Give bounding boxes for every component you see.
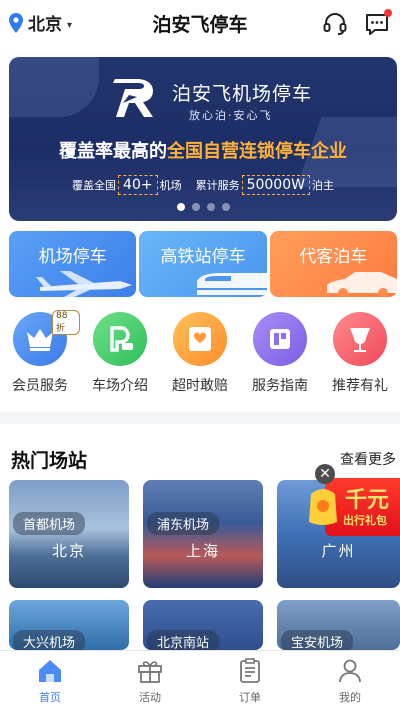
stat-value: 40+ xyxy=(118,175,158,195)
hot-stations-title: 热门场站 xyxy=(11,450,88,472)
service-guide-button[interactable]: 服务指南 xyxy=(240,312,320,398)
tab-profile[interactable]: 我的 xyxy=(300,651,400,705)
bottom-nav: 首页 活动 订单 我的 xyxy=(0,650,400,705)
function-label: 推荐有礼 xyxy=(332,378,388,394)
station-card[interactable]: 北京南站 xyxy=(143,600,263,650)
headline-prefix: 覆盖率最高的 xyxy=(59,141,167,162)
carousel-dot[interactable] xyxy=(191,203,200,211)
tab-activity[interactable]: 活动 xyxy=(100,651,200,705)
carousel-dot[interactable] xyxy=(176,203,185,211)
stat-served: 累计服务 50000W 泊主 xyxy=(195,175,334,195)
parking-intro-button[interactable]: 车场介绍 xyxy=(80,312,160,398)
tab-label: 首页 xyxy=(39,691,61,704)
carousel-dot[interactable] xyxy=(206,203,215,211)
section-divider xyxy=(0,412,400,424)
station-card[interactable]: 浦东机场 上海 xyxy=(143,480,263,588)
station-name: 宝安机场 xyxy=(281,630,354,650)
train-station-parking-button[interactable]: 高铁站停车 xyxy=(139,231,267,297)
service-label: 机场停车 xyxy=(38,247,107,267)
station-name: 浦东机场 xyxy=(147,512,220,535)
red-envelope-icon xyxy=(309,489,337,525)
unread-dot xyxy=(384,9,392,17)
service-cards: 机场停车 高铁站停车 代客泊车 xyxy=(9,231,397,297)
banner-stats: 覆盖全国 40+ 机场 累计服务 50000W 泊主 xyxy=(9,175,397,195)
user-icon xyxy=(339,659,361,683)
station-name: 北京南站 xyxy=(147,630,220,650)
tab-orders[interactable]: 订单 xyxy=(200,651,300,705)
banner-decoration xyxy=(9,57,99,117)
overtime-compensation-button[interactable]: 超时敢赔 xyxy=(160,312,240,398)
station-card[interactable]: 首都机场 北京 xyxy=(9,480,129,588)
service-label: 高铁站停车 xyxy=(160,247,246,267)
view-more-link[interactable]: 查看更多 xyxy=(340,449,396,469)
stat-label: 累计服务 xyxy=(195,179,240,192)
stat-airports: 覆盖全国 40+ 机场 xyxy=(72,175,182,195)
carousel-dots xyxy=(9,203,397,211)
close-icon[interactable]: ✕ xyxy=(315,464,335,484)
referral-gift-button[interactable]: 推荐有礼 xyxy=(320,312,400,398)
parking-icon xyxy=(93,312,147,366)
tab-label: 活动 xyxy=(139,691,161,704)
home-icon xyxy=(39,660,61,682)
airplane-icon xyxy=(36,271,133,297)
guide-icon xyxy=(253,312,307,366)
function-label: 超时敢赔 xyxy=(172,378,228,394)
carousel-dot[interactable] xyxy=(221,203,230,211)
promo-label: 出行礼包 xyxy=(343,514,387,527)
function-label: 车场介绍 xyxy=(92,378,148,394)
service-label: 代客泊车 xyxy=(299,247,368,267)
function-label: 会员服务 xyxy=(12,378,68,394)
station-city: 北京 xyxy=(51,542,86,560)
discount-badge: 88折 xyxy=(52,310,80,335)
station-name: 首都机场 xyxy=(13,512,86,535)
tab-home[interactable]: 首页 xyxy=(0,651,100,705)
banner-slogan: 放心泊·安心飞 xyxy=(189,109,273,122)
station-city: 上海 xyxy=(185,542,220,560)
stat-label: 覆盖全国 xyxy=(72,179,117,192)
function-label: 服务指南 xyxy=(252,378,308,394)
headset-icon xyxy=(323,13,347,35)
brand-logo xyxy=(113,79,153,117)
stat-unit: 机场 xyxy=(159,179,182,192)
stat-unit: 泊主 xyxy=(311,179,334,192)
compensation-icon xyxy=(173,312,227,366)
gift-wine-icon xyxy=(333,312,387,366)
gift-icon xyxy=(138,661,162,683)
messages-button[interactable] xyxy=(364,9,392,37)
banner-headline: 覆盖率最高的全国自营连锁停车企业 xyxy=(9,137,397,163)
banner-brand: 泊安飞机场停车 xyxy=(172,83,313,105)
station-card[interactable]: 宝安机场 xyxy=(277,600,400,650)
tab-label: 我的 xyxy=(339,691,361,704)
promo-banner[interactable]: 泊安飞机场停车 放心泊·安心飞 覆盖率最高的全国自营连锁停车企业 覆盖全国 40+… xyxy=(9,57,397,221)
promo-amount: 千元 xyxy=(345,488,390,513)
customer-support-button[interactable] xyxy=(322,11,348,37)
valet-parking-button[interactable]: 代客泊车 xyxy=(269,231,397,297)
order-icon xyxy=(240,658,260,683)
high-speed-train-icon xyxy=(196,273,267,295)
car-icon xyxy=(326,272,397,297)
gift-pack-popup[interactable]: 千元 出行礼包 ✕ xyxy=(305,464,400,540)
app-header: 北京 ▾ 泊安飞停车 xyxy=(0,0,400,48)
airport-parking-button[interactable]: 机场停车 xyxy=(9,231,137,297)
station-card[interactable]: 大兴机场 xyxy=(9,600,129,650)
headline-highlight: 全国自营连锁停车企业 xyxy=(167,141,347,162)
stat-value: 50000W xyxy=(241,175,310,195)
station-city: 广州 xyxy=(321,542,356,560)
station-name: 大兴机场 xyxy=(13,630,86,650)
tab-label: 订单 xyxy=(239,691,261,704)
function-grid: 88折 会员服务 车场介绍 超时敢赔 服务指南 推荐有礼 xyxy=(0,310,400,398)
member-service-button[interactable]: 88折 会员服务 xyxy=(0,310,80,398)
